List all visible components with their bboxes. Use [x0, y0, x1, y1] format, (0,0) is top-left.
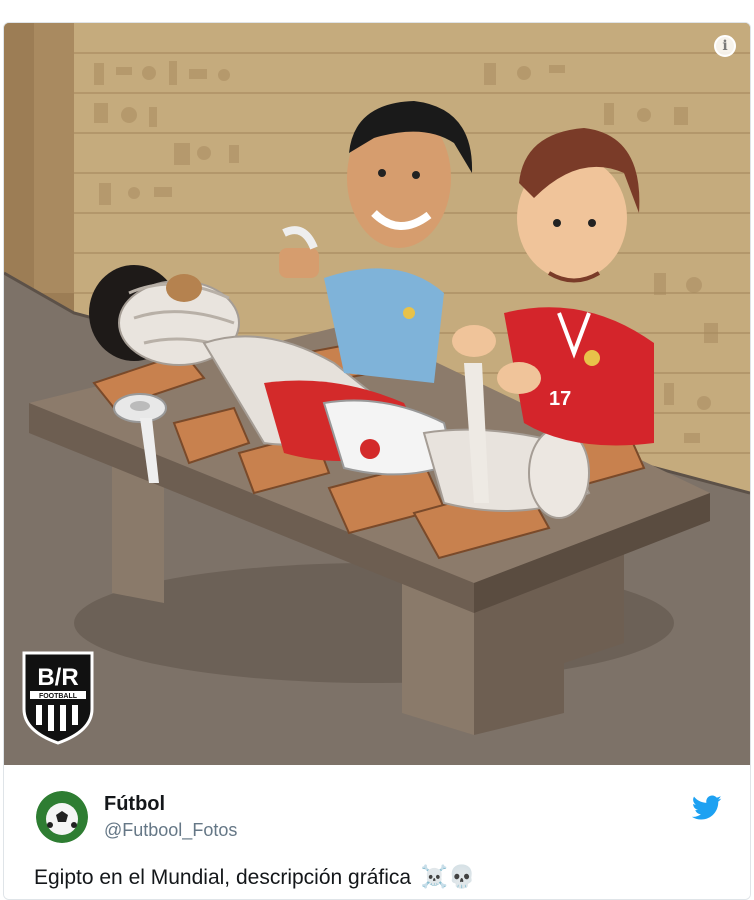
tweet-card[interactable]: 17 i B/R FOOTBALL Fútbol @Futbool_Fotos … — [3, 22, 751, 900]
twitter-bird-icon[interactable] — [692, 795, 722, 821]
cartoon-image[interactable]: 17 i B/R FOOTBALL — [4, 23, 750, 765]
skull-emoji: ☠️💀 — [420, 865, 476, 890]
tweet-footer: Fútbol @Futbool_Fotos Egipto en el Mundi… — [4, 765, 750, 899]
cartoon-illustration: 17 — [4, 23, 750, 765]
jersey-number: 17 — [549, 388, 571, 410]
soccer-ball-avatar-icon — [36, 791, 88, 843]
info-icon[interactable]: i — [714, 35, 736, 57]
tweet-body: Egipto en el Mundial, descripción gráfic… — [34, 866, 412, 889]
br-football-logo: B/R FOOTBALL — [22, 651, 94, 745]
user-handle[interactable]: @Futbool_Fotos — [104, 820, 237, 841]
tweet-text: Egipto en el Mundial, descripción gráfic… — [34, 865, 476, 890]
svg-text:FOOTBALL: FOOTBALL — [39, 693, 78, 700]
display-name[interactable]: Fútbol — [104, 793, 165, 816]
avatar[interactable] — [36, 791, 88, 843]
svg-text:B/R: B/R — [37, 664, 78, 691]
